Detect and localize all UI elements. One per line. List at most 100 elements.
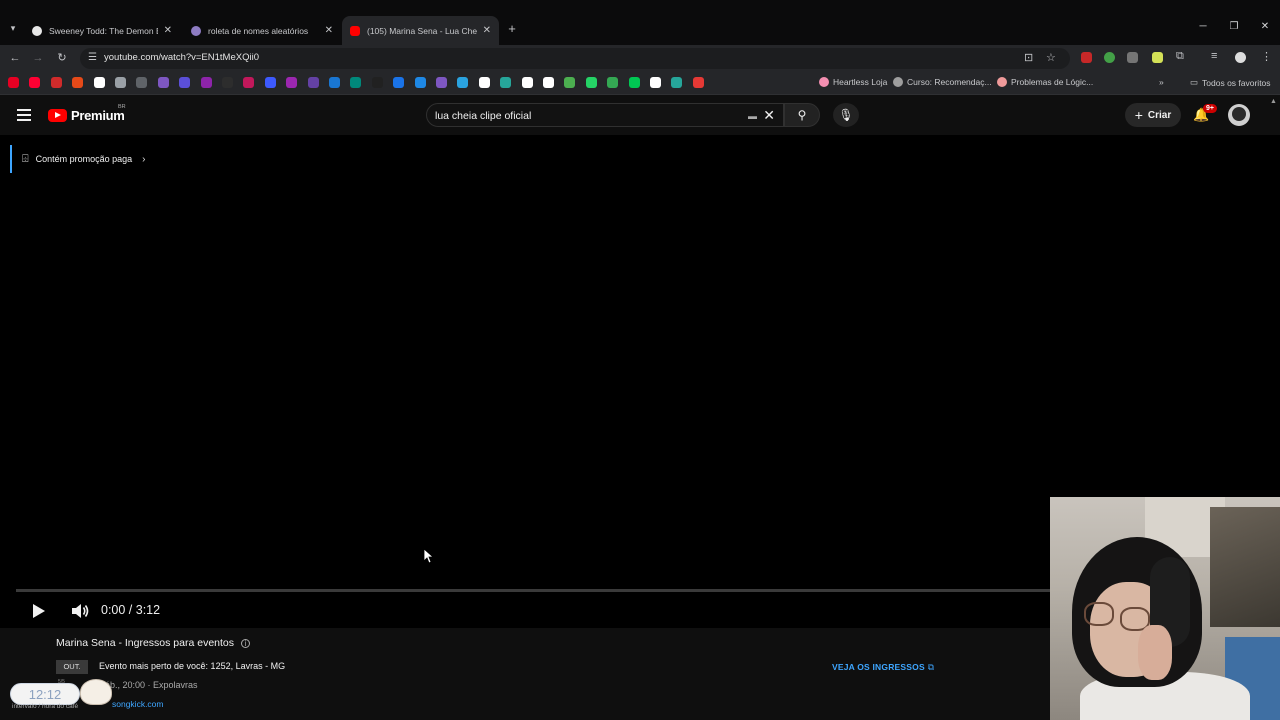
address-bar[interactable]: ☰ youtube.com/watch?v=EN1tMeXQii0 ⊡ ☆ xyxy=(80,48,1070,69)
bookmark-favicon-icon[interactable] xyxy=(371,77,383,88)
bookmark-heartless-loja[interactable]: Heartless Loja xyxy=(819,77,887,87)
bookmark-favicon-icon[interactable] xyxy=(478,77,490,88)
bookmark-favicon-icon[interactable] xyxy=(628,77,640,88)
logo-text: Premium xyxy=(71,108,125,123)
bookmark-favicon-icon[interactable] xyxy=(50,77,62,88)
menu-kebab-icon[interactable]: ⋮ xyxy=(1261,50,1272,63)
event-month-badge: OUT. xyxy=(56,660,88,674)
bookmark-favicon-icon[interactable] xyxy=(286,77,298,88)
bookmark-favicon-icon[interactable] xyxy=(414,77,426,88)
play-icon xyxy=(33,604,45,618)
create-button[interactable]: + Criar xyxy=(1125,103,1181,127)
keyboard-icon[interactable]: ▬ xyxy=(748,111,757,121)
bookmark-favicon-icon[interactable] xyxy=(329,77,340,88)
bookmark-favicon-icon[interactable] xyxy=(500,77,512,88)
bookmark-favicon-icon[interactable] xyxy=(564,77,576,88)
tab-sweeney-todd[interactable]: Sweeney Todd: The Demon Bar ✕ xyxy=(24,16,180,45)
bookmark-problemas[interactable]: Problemas de Lógic... xyxy=(997,77,1093,87)
bookmark-favicon-icon[interactable] xyxy=(115,77,126,88)
tab-roleta[interactable]: roleta de nomes aleatórios ✕ xyxy=(183,16,341,45)
bookmark-favicon-icon xyxy=(997,77,1007,87)
more-bookmarks-chevron-icon[interactable]: » xyxy=(1159,77,1164,87)
heart-icon xyxy=(819,77,829,87)
reload-icon[interactable]: ↻ xyxy=(54,50,70,66)
bookmark-favicon-icon[interactable] xyxy=(457,77,469,88)
back-arrow-icon[interactable]: ← xyxy=(7,50,23,66)
tab-marina-sena[interactable]: (105) Marina Sena - Lua Cheia ✕ xyxy=(342,16,499,45)
url-text[interactable]: youtube.com/watch?v=EN1tMeXQii0 xyxy=(104,52,259,63)
clear-search-icon[interactable]: ✕ xyxy=(763,107,775,124)
maximize-button[interactable]: ❐ xyxy=(1227,21,1241,32)
bookmark-favicon-icon[interactable] xyxy=(200,77,212,88)
cat-mascot-icon xyxy=(80,679,112,705)
site-info-icon[interactable]: ☰ xyxy=(88,52,97,63)
install-app-icon[interactable]: ⊡ xyxy=(1024,51,1033,64)
chevron-right-icon: › xyxy=(142,153,146,165)
bookmark-favicon-icon[interactable] xyxy=(222,77,233,88)
video-progress-bar[interactable] xyxy=(16,589,1050,592)
extension-icon[interactable] xyxy=(1127,52,1138,63)
bookmark-favicon-icon[interactable] xyxy=(543,77,554,88)
voice-search-mic-icon[interactable]: 🎙 xyxy=(833,103,859,127)
bookmark-favicon-icon[interactable] xyxy=(72,77,84,88)
all-bookmarks-folder[interactable]: ▭ Todos os favoritos xyxy=(1190,77,1271,88)
bookmark-favicon-icon[interactable] xyxy=(307,77,319,88)
tab-search-button[interactable]: ▾ xyxy=(5,20,21,36)
search-query[interactable]: lua cheia clipe oficial xyxy=(435,110,531,122)
paid-promotion-notice[interactable]: ⌹ Contém promoção paga › xyxy=(10,145,156,173)
forward-arrow-icon[interactable]: → xyxy=(30,50,46,66)
extension-icon[interactable] xyxy=(1152,52,1163,63)
youtube-favicon-icon xyxy=(350,25,360,36)
close-tab-icon[interactable]: ✕ xyxy=(164,25,172,36)
media-controls-icon[interactable]: ≡ xyxy=(1211,50,1217,62)
bookmark-favicon-icon[interactable] xyxy=(607,77,619,88)
info-icon[interactable]: i xyxy=(241,638,251,648)
plus-icon: + xyxy=(1134,107,1143,123)
bookmark-favicon-icon[interactable] xyxy=(136,77,148,88)
close-tab-icon[interactable]: ✕ xyxy=(325,25,333,36)
bookmark-favicon-icon[interactable] xyxy=(93,77,105,88)
bookmark-curso[interactable]: Curso: Recomendaç... xyxy=(893,77,992,87)
google-favicon-icon xyxy=(32,25,42,36)
youtube-premium-logo[interactable]: Premium BR xyxy=(48,104,126,123)
scroll-up-arrow-icon[interactable]: ▲ xyxy=(1270,98,1277,105)
volume-button[interactable] xyxy=(71,603,89,624)
region-code: BR xyxy=(118,104,126,110)
close-window-button[interactable]: ✕ xyxy=(1258,21,1272,32)
bookmark-favicon-icon[interactable] xyxy=(179,77,191,88)
event-title-text: Marina Sena - Ingressos para eventos xyxy=(56,637,235,649)
search-button[interactable]: ⚲ xyxy=(784,103,820,127)
event-source-link[interactable]: songkick.com xyxy=(112,699,164,709)
bookmark-star-icon[interactable]: ☆ xyxy=(1046,51,1056,64)
bookmark-favicon-icon[interactable] xyxy=(585,77,597,88)
bookmark-favicon-icon[interactable] xyxy=(671,77,683,88)
menu-hamburger-icon[interactable] xyxy=(17,109,31,121)
bookmark-favicon-icon[interactable] xyxy=(393,77,405,88)
bookmark-favicon-icon[interactable] xyxy=(8,77,19,88)
bookmark-favicon-icon[interactable] xyxy=(243,77,255,88)
search-input[interactable]: lua cheia clipe oficial ▬ ✕ xyxy=(426,103,784,127)
bookmark-favicon-icon[interactable] xyxy=(692,77,704,88)
new-tab-button[interactable]: + xyxy=(505,22,519,36)
bookmark-favicon-icon[interactable] xyxy=(650,77,661,88)
tickets-link[interactable]: VEJA OS INGRESSOS ⧉ xyxy=(832,662,934,673)
bookmark-favicon-icon[interactable] xyxy=(350,77,362,88)
close-tab-icon[interactable]: ✕ xyxy=(483,25,491,36)
account-avatar[interactable] xyxy=(1228,104,1250,126)
profile-icon[interactable] xyxy=(1235,52,1246,63)
bookmark-favicon-icon[interactable] xyxy=(436,77,447,88)
minimize-button[interactable]: ─ xyxy=(1196,21,1210,32)
notification-count-badge: 9+ xyxy=(1203,104,1217,113)
bookmark-favicon-icon[interactable] xyxy=(29,77,41,88)
event-panel-title: Marina Sena - Ingressos para eventos i xyxy=(56,637,251,649)
browser-toolbar: ← → ↻ ☰ youtube.com/watch?v=EN1tMeXQii0 … xyxy=(0,45,1280,71)
bookmark-favicon-icon[interactable] xyxy=(521,77,533,88)
extension-icon[interactable] xyxy=(1081,52,1092,63)
play-button[interactable] xyxy=(31,603,47,624)
extension-icon[interactable] xyxy=(1104,52,1115,63)
bookmark-label: Curso: Recomendaç... xyxy=(907,77,992,87)
bookmark-favicon-icon[interactable] xyxy=(264,77,276,88)
bookmarks-bar: Heartless Loja Curso: Recomendaç... Prob… xyxy=(0,71,1280,95)
extensions-puzzle-icon[interactable]: ⧉ xyxy=(1176,50,1184,63)
bookmark-favicon-icon[interactable] xyxy=(157,77,169,88)
